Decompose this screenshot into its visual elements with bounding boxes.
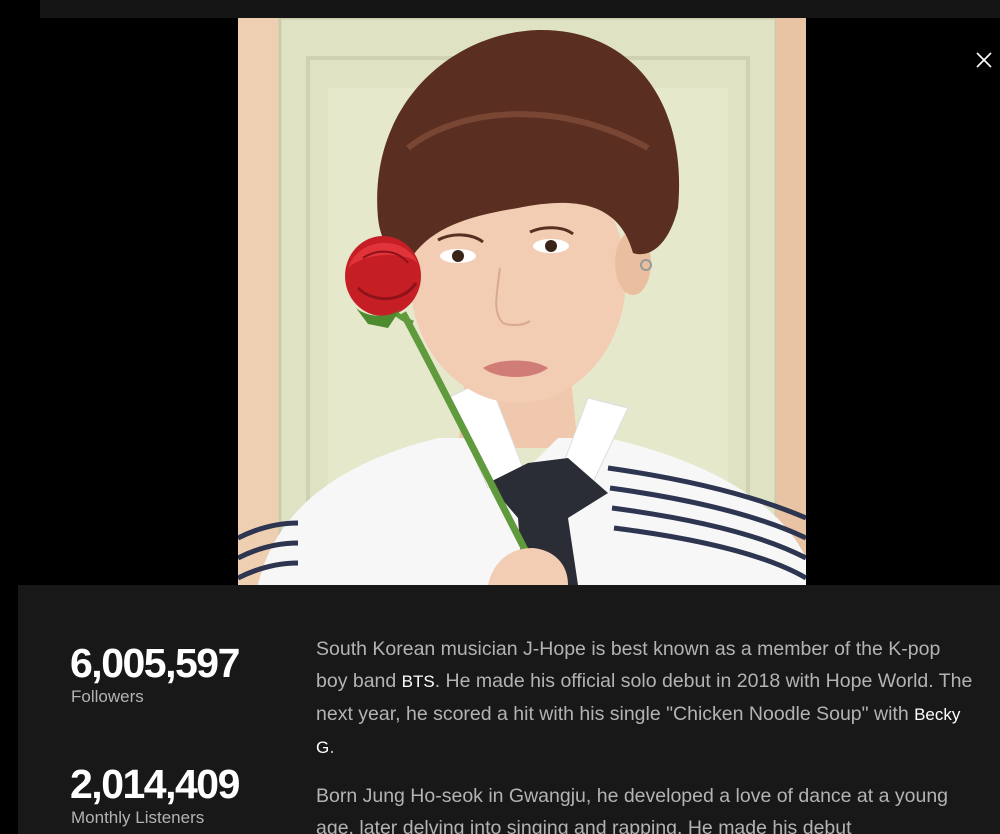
monthly-listeners-count: 2,014,409 bbox=[70, 761, 240, 807]
bio-paragraph: South Korean musician J-Hope is best kno… bbox=[316, 633, 976, 764]
artist-about-modal: 6,005,597 Followers 2,014,409 Monthly Li… bbox=[0, 0, 1000, 834]
monthly-listeners-label: Monthly Listeners bbox=[71, 808, 205, 827]
close-button[interactable] bbox=[972, 48, 996, 72]
artist-photo bbox=[238, 18, 806, 585]
top-header-strip bbox=[40, 0, 1000, 18]
followers-count: 6,005,597 bbox=[70, 640, 240, 686]
bts-link[interactable]: BTS bbox=[402, 672, 435, 691]
close-icon bbox=[976, 52, 992, 68]
followers-label: Followers bbox=[71, 687, 144, 706]
bio-paragraph: Born Jung Ho-seok in Gwangju, he develop… bbox=[316, 785, 949, 834]
bio-text: . bbox=[329, 736, 335, 758]
about-panel: 6,005,597 Followers 2,014,409 Monthly Li… bbox=[18, 585, 1000, 834]
artist-biography: South Korean musician J-Hope is best kno… bbox=[316, 633, 976, 834]
